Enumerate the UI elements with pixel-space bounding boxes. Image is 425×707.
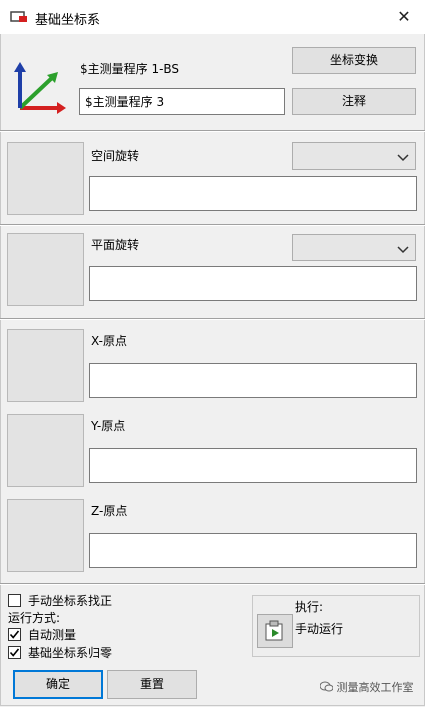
chevron-down-icon — [397, 243, 409, 257]
x-origin-label: X-原点 — [91, 334, 127, 348]
plane-rotation-dropdown[interactable] — [292, 234, 416, 261]
checkmark-icon — [9, 648, 20, 657]
execute-label: 执行: — [295, 600, 324, 614]
reset-button[interactable]: 重置 — [107, 670, 197, 699]
plane-rotation-label: 平面旋转 — [91, 238, 140, 252]
y-origin-label: Y-原点 — [91, 419, 126, 433]
auto-measure-checkbox[interactable] — [8, 628, 21, 641]
x-origin-tile[interactable] — [7, 329, 84, 402]
ok-button[interactable]: 确定 — [13, 670, 103, 699]
watermark: 测量高效工作室 — [319, 679, 414, 695]
z-origin-tile[interactable] — [7, 499, 84, 572]
program-label: $主测量程序 1-BS — [80, 62, 180, 76]
watermark-text: 测量高效工作室 — [336, 681, 414, 694]
reset-base-checkbox[interactable] — [8, 646, 21, 659]
checkmark-icon — [9, 630, 20, 639]
coordinate-axes-icon — [10, 60, 68, 121]
window-title: 基础坐标系 — [35, 13, 101, 28]
space-rotation-dropdown[interactable] — [292, 142, 416, 170]
space-rotation-tile[interactable] — [7, 142, 84, 215]
close-icon[interactable]: ✕ — [392, 6, 416, 28]
chevron-down-icon — [397, 151, 409, 165]
execute-button[interactable] — [257, 614, 293, 648]
app-icon — [10, 10, 28, 24]
title-bar: 基础坐标系 ✕ — [0, 0, 425, 34]
program-input[interactable]: $主测量程序 3 — [79, 88, 285, 115]
x-origin-input[interactable] — [89, 363, 417, 398]
run-mode-label: 运行方式: — [8, 611, 61, 625]
manual-align-label: 手动坐标系找正 — [28, 594, 113, 608]
manual-align-checkbox[interactable] — [8, 594, 21, 607]
space-rotation-input[interactable] — [89, 176, 417, 211]
coordinate-transform-button[interactable]: 坐标变换 — [292, 47, 416, 74]
execute-mode-value: 手动运行 — [295, 622, 344, 636]
y-origin-input[interactable] — [89, 448, 417, 483]
auto-measure-label: 自动测量 — [28, 628, 77, 642]
z-origin-label: Z-原点 — [91, 504, 128, 518]
plane-rotation-input[interactable] — [89, 266, 417, 301]
y-origin-tile[interactable] — [7, 414, 84, 487]
comment-button[interactable]: 注释 — [292, 88, 416, 115]
wechat-icon — [319, 681, 337, 694]
space-rotation-label: 空间旋转 — [91, 149, 140, 163]
z-origin-input[interactable] — [89, 533, 417, 568]
plane-rotation-tile[interactable] — [7, 233, 84, 306]
run-icon — [265, 620, 283, 641]
reset-base-label: 基础坐标系归零 — [28, 646, 113, 660]
